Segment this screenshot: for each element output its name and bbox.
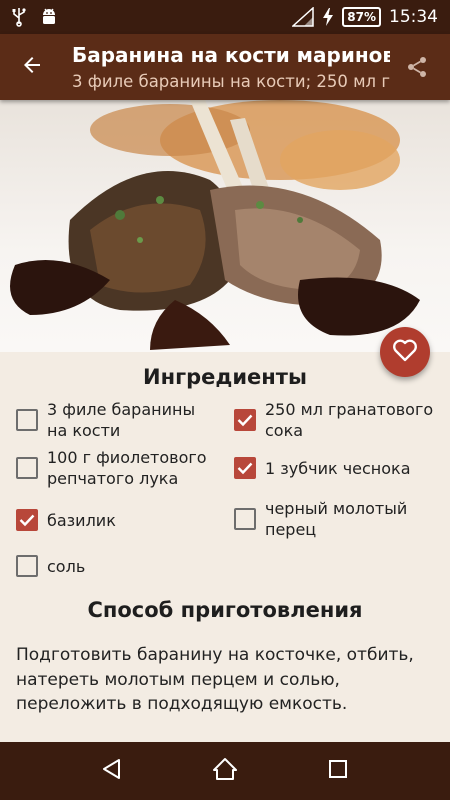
nav-back-button[interactable] xyxy=(88,747,136,795)
ingredient-item[interactable]: соль xyxy=(16,555,216,577)
checkmark-icon xyxy=(19,514,35,527)
usb-icon xyxy=(12,7,26,27)
checkbox-checked[interactable] xyxy=(234,457,256,479)
ingredient-label: 100 г фиолетового репчатого лука xyxy=(47,448,207,488)
checkbox-unchecked[interactable] xyxy=(234,508,256,530)
checkbox-unchecked[interactable] xyxy=(16,457,38,479)
ingredient-item[interactable]: 250 мл гранатового сока xyxy=(234,399,434,441)
page-title: Баранина на кости маринованная xyxy=(72,43,390,67)
app-bar: Баранина на кости маринованная 3 филе ба… xyxy=(0,34,450,100)
method-heading: Способ приготовления xyxy=(87,598,363,622)
recipe-photo xyxy=(0,100,450,352)
battery-indicator: 87% xyxy=(342,7,381,27)
ingredient-label: 3 филе баранины на кости xyxy=(47,400,196,440)
ingredient-item[interactable]: базилик xyxy=(16,509,216,531)
android-icon xyxy=(40,7,58,27)
checkbox-unchecked[interactable] xyxy=(16,409,38,431)
checkmark-icon xyxy=(237,414,253,427)
share-button[interactable] xyxy=(400,52,434,86)
nav-home-button[interactable] xyxy=(201,747,249,795)
checkbox-checked[interactable] xyxy=(16,509,38,531)
status-bar: 87% 15:34 xyxy=(0,0,450,34)
triangle-back-icon xyxy=(101,758,123,784)
ingredients-heading: Ингредиенты xyxy=(143,365,307,389)
ingredient-label: базилик xyxy=(47,510,116,530)
checkmark-icon xyxy=(237,462,253,475)
ingredient-label: черный молотый перец xyxy=(265,499,408,539)
home-icon xyxy=(212,757,238,785)
favorite-button[interactable] xyxy=(380,327,430,377)
checkbox-checked[interactable] xyxy=(234,409,256,431)
ingredient-item[interactable]: 3 филе баранины на кости xyxy=(16,399,216,441)
checkbox-unchecked[interactable] xyxy=(16,555,38,577)
clock: 15:34 xyxy=(389,7,438,27)
nav-recents-button[interactable] xyxy=(314,747,362,795)
arrow-left-icon xyxy=(20,53,44,81)
method-text: Подготовить баранину на косточке, отбить… xyxy=(16,645,414,714)
flash-icon xyxy=(322,7,334,27)
ingredient-item[interactable]: 1 зубчик чеснока xyxy=(234,457,434,479)
ingredient-label: 250 мл гранатового сока xyxy=(265,400,434,440)
ingredient-item[interactable]: черный молотый перец xyxy=(234,498,434,540)
ingredient-item[interactable]: 100 г фиолетового репчатого лука xyxy=(16,447,216,489)
square-recents-icon xyxy=(328,759,348,783)
heart-outline-icon xyxy=(392,338,418,366)
signal-icon xyxy=(292,7,315,27)
navigation-bar xyxy=(0,742,450,800)
share-icon xyxy=(405,55,429,83)
ingredient-label: 1 зубчик чеснока xyxy=(265,458,411,478)
back-button[interactable] xyxy=(14,50,50,84)
title-block: Баранина на кости маринованная 3 филе ба… xyxy=(72,42,390,94)
page-subtitle: 3 филе баранины на кости; 250 мл гранато… xyxy=(72,72,390,91)
ingredient-label: соль xyxy=(47,556,86,576)
